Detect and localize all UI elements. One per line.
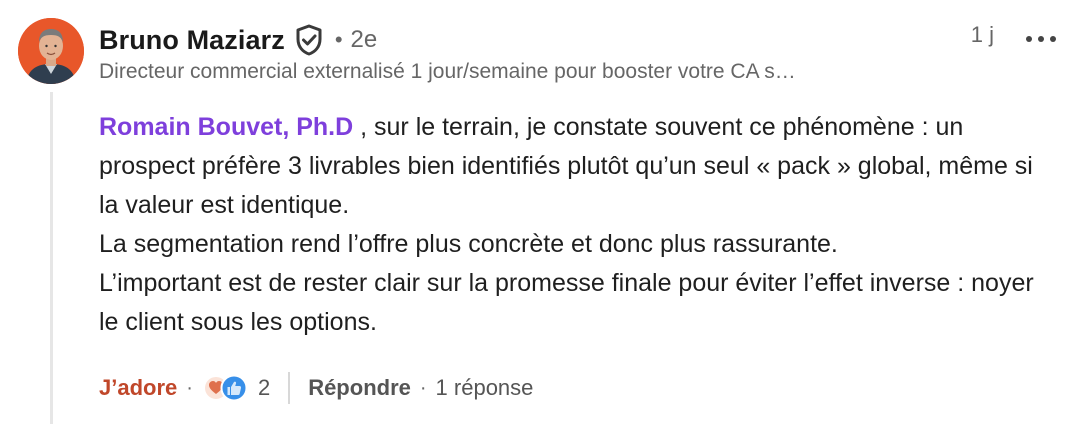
reaction-icons xyxy=(202,374,248,402)
mention-link[interactable]: Romain Bouvet, Ph.D xyxy=(99,113,353,141)
action-divider xyxy=(288,372,291,404)
reply-button[interactable]: Répondre xyxy=(308,375,411,401)
reply-count-link[interactable]: 1 réponse xyxy=(436,375,534,401)
ellipsis-icon[interactable] xyxy=(1018,24,1064,54)
separator-dot: • xyxy=(334,27,343,52)
verified-shield-icon xyxy=(295,24,323,56)
react-button[interactable]: J’adore xyxy=(99,375,177,401)
comment-timestamp: 1 j xyxy=(970,22,994,47)
connection-degree: 2e xyxy=(350,26,378,53)
paragraph-3: L’important est de rester clair sur la p… xyxy=(99,269,1034,336)
reactions-summary[interactable]: 2 xyxy=(202,373,270,403)
action-dot: · xyxy=(186,376,193,399)
author-avatar[interactable] xyxy=(18,18,84,84)
profile-photo-icon xyxy=(18,18,84,84)
author-name[interactable]: Bruno Maziarz xyxy=(99,25,285,56)
like-reaction-icon xyxy=(220,374,248,402)
name-row: Bruno Maziarz • 2e xyxy=(99,20,377,60)
thread-line xyxy=(50,92,53,424)
reaction-count: 2 xyxy=(257,375,271,400)
action-dot-2: · xyxy=(419,376,427,399)
author-headline: Directeur commercial externalisé 1 jour/… xyxy=(99,60,796,83)
paragraph-1: Romain Bouvet, Ph.D , sur le terrain, je… xyxy=(99,108,1059,225)
paragraph-2: La segmentation rend l’offre plus concrè… xyxy=(99,230,838,258)
comment-actions: J’adore · 2 Répondre · 1 réponse xyxy=(99,370,533,406)
comment-header: Bruno Maziarz • 2e 1 j Directeur commerc… xyxy=(99,20,1064,90)
comment-body: Romain Bouvet, Ph.D , sur le terrain, je… xyxy=(99,108,1059,342)
comment-card: Bruno Maziarz • 2e 1 j Directeur commerc… xyxy=(0,0,1084,424)
